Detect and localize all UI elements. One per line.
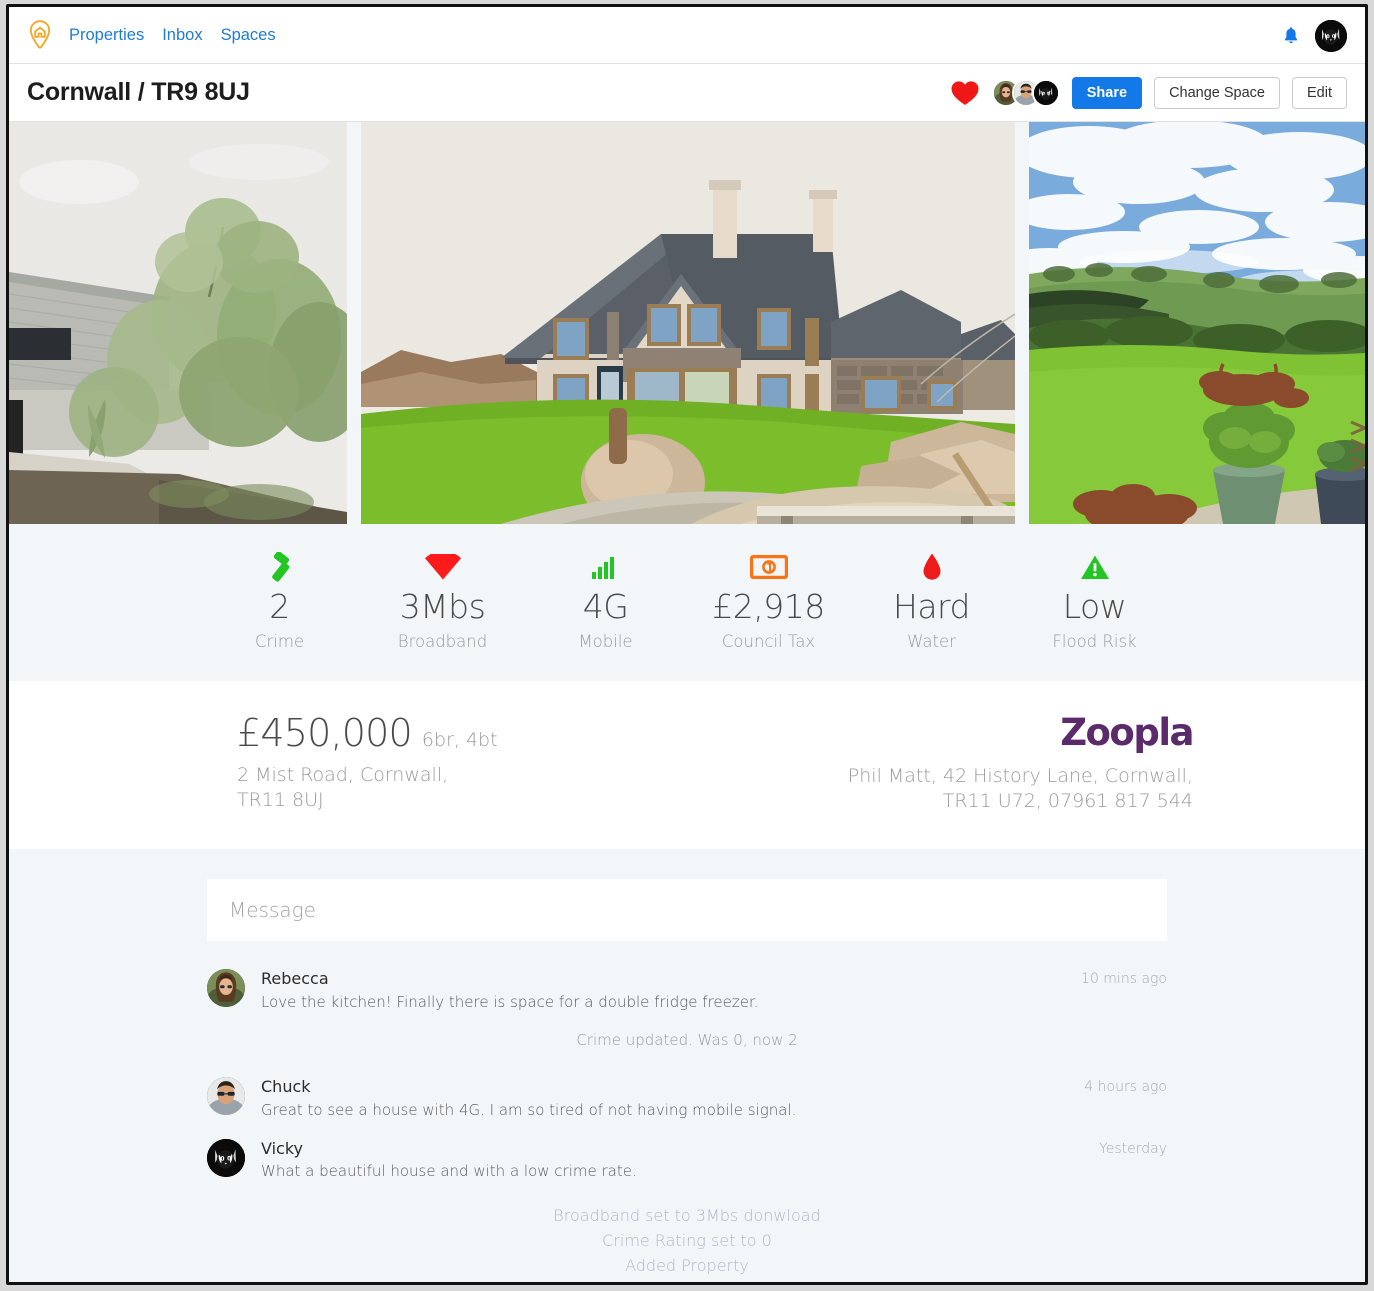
stat-value: 3Mbs: [399, 587, 486, 626]
zoopla-logo[interactable]: Zoopla: [848, 711, 1194, 754]
comment-author: Vicky: [261, 1138, 303, 1158]
map-pin-house-icon[interactable]: [23, 18, 57, 52]
listing-price-block: £450,000 6br, 4bt 2 Mist Road, Cornwall,…: [9, 711, 498, 814]
notification-bell-icon[interactable]: [1283, 26, 1299, 46]
comment-timestamp: Yesterday: [1099, 1140, 1167, 1157]
nav-link-properties[interactable]: Properties: [69, 26, 144, 45]
stat-flood-risk[interactable]: Low Flood Risk: [1013, 550, 1176, 651]
gallery-image-2[interactable]: [361, 122, 1015, 524]
stat-label: Crime: [254, 631, 305, 651]
agent-block: Zoopla Phil Matt, 42 History Lane, Cornw…: [848, 711, 1365, 815]
activity-log-item: Crime Rating set to 0: [602, 1231, 772, 1251]
stat-label: Council Tax: [721, 631, 816, 651]
property-image-gallery: [9, 122, 1365, 524]
system-message: Crime updated. Was 0, now 2: [576, 1030, 798, 1049]
comment-text: Great to see a house with 4G. I am so ti…: [261, 1100, 797, 1119]
agent-details-line-2: TR11 U72, 07961 817 544: [942, 790, 1193, 813]
title-bar-actions: Share Change Space Edit: [950, 64, 1347, 122]
banknote-icon: [687, 550, 850, 584]
listing-price: £450,000: [237, 710, 413, 755]
stat-water[interactable]: Hard Water: [850, 550, 1013, 651]
signal-bars-icon: [524, 550, 687, 584]
gavel-icon: [198, 550, 361, 584]
stat-value: Hard: [893, 587, 970, 626]
comment-timestamp: 10 mins ago: [1081, 970, 1167, 987]
comment-list: Rebecca Love the kitchen! Finally there …: [207, 941, 1167, 1188]
property-stats-bar: 2 Crime 3Mbs Broadband 4G Mobile £2,918 …: [9, 524, 1365, 681]
stat-value: 2: [269, 587, 290, 626]
stat-label: Broadband: [397, 631, 488, 651]
profile-avatar[interactable]: [1315, 19, 1347, 52]
stat-broadband[interactable]: 3Mbs Broadband: [361, 550, 524, 651]
nav-right-group: [1283, 7, 1347, 64]
nav-link-spaces[interactable]: Spaces: [221, 26, 276, 45]
stat-value: Low: [1062, 587, 1127, 626]
gallery-image-1[interactable]: [9, 122, 347, 524]
property-title-bar: Cornwall / TR9 8UJ Share Change Space Ed…: [9, 64, 1365, 122]
listing-address-line-2: TR11 8UJ: [237, 789, 324, 812]
activity-log-item: Broadband set to 3Mbs donwload: [553, 1206, 821, 1226]
comment-text: What a beautiful house and with a low cr…: [261, 1162, 637, 1181]
list-item[interactable]: Rebecca Love the kitchen! Finally there …: [207, 957, 1167, 1019]
gallery-image-3[interactable]: [1029, 122, 1365, 524]
edit-button[interactable]: Edit: [1292, 76, 1347, 110]
listing-beds-baths: 6br, 4bt: [421, 728, 498, 751]
share-button[interactable]: Share: [1071, 76, 1143, 110]
top-navigation-bar: Properties Inbox Spaces: [9, 7, 1365, 64]
stat-value: 4G: [582, 587, 629, 626]
comment-avatar-vicky: [207, 1138, 245, 1177]
member-avatar-vicky[interactable]: [1031, 79, 1060, 107]
listing-address-line-1: 2 Mist Road, Cornwall,: [237, 763, 449, 786]
page-title: Cornwall / TR9 8UJ: [27, 78, 250, 106]
space-members-avatars[interactable]: [991, 79, 1060, 107]
comment-avatar-rebecca: [207, 968, 245, 1007]
comment-timestamp: 4 hours ago: [1084, 1078, 1167, 1095]
list-item[interactable]: Chuck Great to see a house with 4G. I am…: [207, 1065, 1167, 1127]
stat-council-tax[interactable]: £2,918 Council Tax: [687, 550, 850, 651]
nav-link-inbox[interactable]: Inbox: [162, 26, 202, 45]
app-window: Properties Inbox Spaces Cornwall / TR9 8…: [6, 4, 1368, 1285]
wifi-icon: [361, 550, 524, 584]
stat-label: Flood Risk: [1052, 631, 1137, 651]
stat-crime[interactable]: 2 Crime: [198, 550, 361, 651]
agent-details-line-1: Phil Matt, 42 History Lane, Cornwall,: [847, 764, 1193, 787]
heart-icon[interactable]: [950, 79, 980, 107]
comment-author: Rebecca: [261, 968, 329, 988]
message-input-placeholder: Message: [229, 897, 316, 922]
stat-mobile[interactable]: 4G Mobile: [524, 550, 687, 651]
comment-author: Chuck: [261, 1076, 311, 1096]
activity-log-item: Added Property: [625, 1255, 749, 1275]
message-input-wrapper[interactable]: Message: [207, 878, 1167, 941]
activity-log: Broadband set to 3Mbs donwload Crime Rat…: [9, 1188, 1365, 1282]
comment-avatar-chuck: [207, 1076, 245, 1115]
list-item[interactable]: Vicky What a beautiful house and with a …: [207, 1127, 1167, 1189]
listing-summary: £450,000 6br, 4bt 2 Mist Road, Cornwall,…: [9, 680, 1365, 849]
stat-label: Mobile: [578, 631, 633, 651]
stat-label: Water: [907, 631, 956, 651]
comment-text: Love the kitchen! Finally there is space…: [261, 992, 759, 1011]
stat-value: £2,918: [712, 587, 825, 626]
nav-links: Properties Inbox Spaces: [69, 26, 276, 45]
warning-triangle-icon: [1013, 550, 1176, 584]
discussion-section: Message Rebecca Love the kitchen! Finall…: [9, 848, 1365, 1282]
water-drop-icon: [850, 550, 1013, 584]
change-space-button[interactable]: Change Space: [1154, 76, 1280, 110]
